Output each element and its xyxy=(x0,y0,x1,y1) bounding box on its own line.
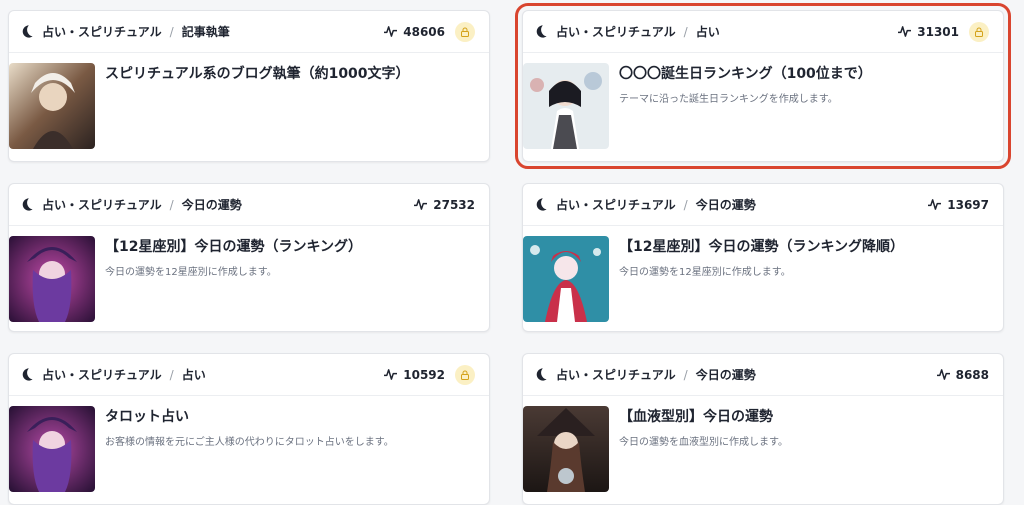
card-header: 占い・スピリチュアル / 記事執筆 48606 xyxy=(9,11,489,53)
usage-count: 8688 xyxy=(936,368,989,382)
prompt-card-selected[interactable]: 占い・スピリチュアル / 占い 31301 〇〇〇誕生日ランキング（100位まで… xyxy=(515,3,1011,169)
activity-icon xyxy=(936,369,950,380)
card-subcategory[interactable]: 記事執筆 xyxy=(182,23,230,40)
prompt-card[interactable]: 占い・スピリチュアル / 今日の運勢 27532 【12星座別】今日の運勢（ラン… xyxy=(8,183,490,332)
card-thumbnail xyxy=(9,236,95,322)
card-description: 今日の運勢を血液型別に作成します。 xyxy=(619,437,788,448)
usage-count: 48606 xyxy=(383,25,445,39)
breadcrumb-separator: / xyxy=(169,24,174,39)
breadcrumb-separator: / xyxy=(169,367,174,382)
card-thumbnail xyxy=(523,63,609,149)
card-thumbnail xyxy=(523,236,609,322)
card-title[interactable]: タロット占い xyxy=(105,408,394,426)
card-subcategory[interactable]: 占い xyxy=(182,366,206,383)
card-subcategory[interactable]: 占い xyxy=(696,23,720,40)
card-subcategory[interactable]: 今日の運勢 xyxy=(696,196,756,213)
card-category[interactable]: 占い・スピリチュアル xyxy=(556,23,676,40)
activity-icon xyxy=(898,26,912,37)
prompt-card-grid: 占い・スピリチュアル / 記事執筆 48606 スピリチュアル系のブログ執筆（約… xyxy=(0,0,1024,505)
card-category[interactable]: 占い・スピリチュアル xyxy=(556,366,676,383)
usage-count: 27532 xyxy=(413,198,475,212)
card-thumbnail xyxy=(9,63,95,149)
usage-count-value: 13697 xyxy=(947,197,989,212)
prompt-card[interactable]: 占い・スピリチュアル / 記事執筆 48606 スピリチュアル系のブログ執筆（約… xyxy=(8,10,490,162)
breadcrumb-separator: / xyxy=(683,367,688,382)
moon-icon xyxy=(22,198,33,211)
usage-count: 31301 xyxy=(897,25,959,39)
card-thumbnail xyxy=(523,406,609,492)
card-header: 占い・スピリチュアル / 今日の運勢 27532 xyxy=(9,184,489,226)
breadcrumb-separator: / xyxy=(169,197,174,212)
usage-count-value: 31301 xyxy=(917,24,959,39)
card-category[interactable]: 占い・スピリチュアル xyxy=(42,366,162,383)
activity-icon xyxy=(928,199,942,210)
card-title[interactable]: 〇〇〇誕生日ランキング（100位まで） xyxy=(619,65,872,83)
card-description: 今日の運勢を12星座別に作成します。 xyxy=(619,267,791,278)
card-title[interactable]: スピリチュアル系のブログ執筆（約1000文字） xyxy=(105,65,410,83)
activity-icon xyxy=(384,26,398,37)
breadcrumb-separator: / xyxy=(683,24,688,39)
activity-icon xyxy=(384,369,398,380)
usage-count-value: 27532 xyxy=(433,197,475,212)
usage-count-value: 48606 xyxy=(403,24,445,39)
card-category[interactable]: 占い・スピリチュアル xyxy=(42,23,162,40)
moon-icon xyxy=(536,25,547,38)
usage-count-value: 8688 xyxy=(955,367,989,382)
prompt-card[interactable]: 占い・スピリチュアル / 占い 10592 タロット占い お客様の情報を元にご主… xyxy=(8,353,490,505)
card-title[interactable]: 【血液型別】今日の運勢 xyxy=(619,408,788,426)
lock-icon xyxy=(969,21,989,42)
lock-icon xyxy=(455,364,475,385)
moon-icon xyxy=(536,198,547,211)
card-subcategory[interactable]: 今日の運勢 xyxy=(182,196,242,213)
usage-count: 13697 xyxy=(927,198,989,212)
activity-icon xyxy=(414,199,428,210)
card-subcategory[interactable]: 今日の運勢 xyxy=(696,366,756,383)
card-description: テーマに沿った誕生日ランキングを作成します。 xyxy=(619,94,838,105)
moon-icon xyxy=(22,368,33,381)
card-header: 占い・スピリチュアル / 今日の運勢 13697 xyxy=(523,184,1003,226)
card-header: 占い・スピリチュアル / 占い 31301 xyxy=(523,11,1003,53)
card-title[interactable]: 【12星座別】今日の運勢（ランキング降順） xyxy=(619,238,904,256)
card-title[interactable]: 【12星座別】今日の運勢（ランキング） xyxy=(105,238,362,256)
card-category[interactable]: 占い・スピリチュアル xyxy=(42,196,162,213)
prompt-card[interactable]: 占い・スピリチュアル / 今日の運勢 8688 【血液型別】今日の運勢 今日の運… xyxy=(522,353,1004,505)
breadcrumb-separator: / xyxy=(683,197,688,212)
card-description: お客様の情報を元にご主人様の代わりにタロット占いをします。 xyxy=(105,437,394,448)
card-header: 占い・スピリチュアル / 今日の運勢 8688 xyxy=(523,354,1003,396)
card-category[interactable]: 占い・スピリチュアル xyxy=(556,196,676,213)
usage-count-value: 10592 xyxy=(403,367,445,382)
moon-icon xyxy=(536,368,547,381)
card-thumbnail xyxy=(9,406,95,492)
lock-icon xyxy=(455,21,475,42)
usage-count: 10592 xyxy=(383,368,445,382)
moon-icon xyxy=(22,25,33,38)
card-description: 今日の運勢を12星座別に作成します。 xyxy=(105,267,277,278)
prompt-card[interactable]: 占い・スピリチュアル / 今日の運勢 13697 【12星座別】今日の運勢（ラン… xyxy=(522,183,1004,332)
card-header: 占い・スピリチュアル / 占い 10592 xyxy=(9,354,489,396)
